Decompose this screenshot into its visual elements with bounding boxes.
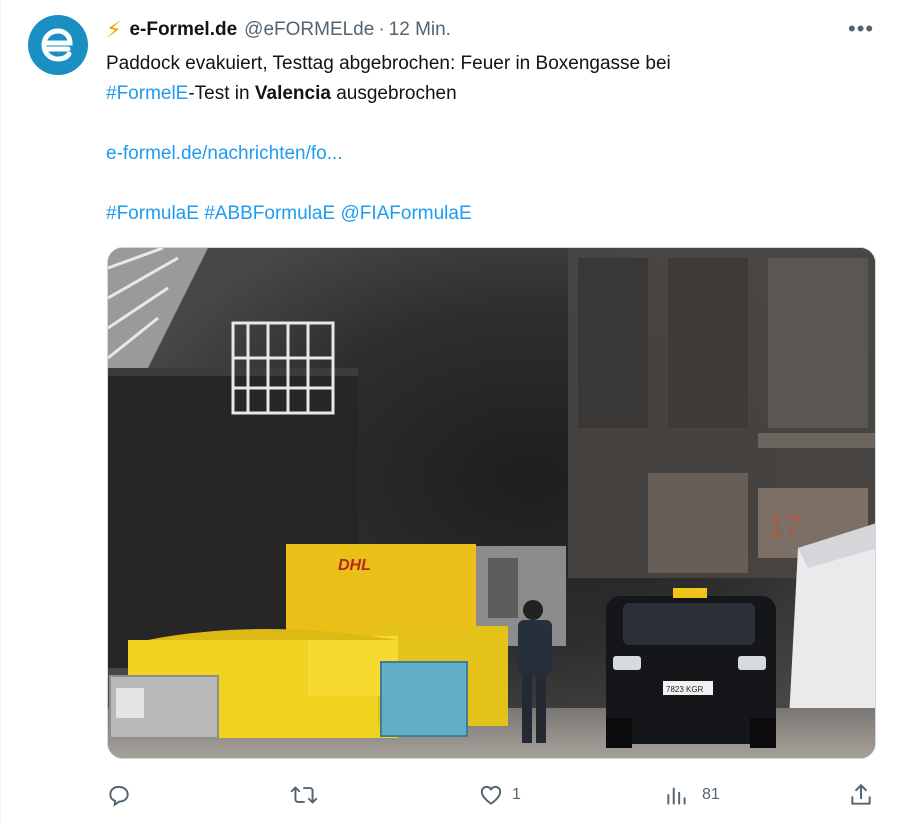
- tweet-text-line-1: Paddock evakuiert, Testtag abgebrochen: …: [106, 53, 671, 74]
- user-handle[interactable]: @eFORMELde: [244, 19, 374, 41]
- text-fragment: -Test in: [188, 83, 255, 104]
- garage-number: 17: [768, 510, 801, 543]
- more-icon[interactable]: •••: [848, 16, 874, 42]
- tweet-text-line-2: #FormelE-Test in Valencia ausgebrochen: [106, 79, 846, 109]
- share-icon: [851, 784, 871, 805]
- hashtag-formulae[interactable]: #FormulaE: [106, 203, 199, 224]
- mention-fiaformulae[interactable]: @FIAFormulaE: [340, 203, 471, 224]
- bold-valencia: Valencia: [254, 83, 331, 104]
- reply-icon: [109, 785, 129, 807]
- hashtag-abbformulae[interactable]: #ABBFormulaE: [204, 203, 335, 224]
- retweet-icon: [290, 786, 318, 804]
- article-link[interactable]: e-formel.de/nachrichten/fo...: [106, 143, 343, 164]
- hashtag-formele[interactable]: #FormelE: [106, 83, 188, 104]
- views-button[interactable]: 81: [664, 780, 720, 810]
- dhl-logo: DHL: [338, 557, 371, 574]
- display-name[interactable]: e-Formel.de: [129, 19, 237, 41]
- hashtag-line: #FormulaE #ABBFormulaE @FIAFormulaE: [106, 199, 846, 229]
- tweet-actions: 1 81: [106, 780, 876, 810]
- views-count: 81: [702, 786, 720, 803]
- photo-scene: DHL 7823 KGR 17: [108, 248, 875, 758]
- timeline-border: [0, 0, 1, 824]
- lightning-icon: ⚡: [106, 17, 122, 42]
- share-button[interactable]: [848, 780, 874, 810]
- avatar[interactable]: [28, 15, 88, 75]
- like-button[interactable]: 1: [478, 780, 521, 810]
- license-plate: 7823 KGR: [666, 685, 704, 694]
- tweet-text: Paddock evakuiert, Testtag abgebrochen: …: [106, 49, 846, 229]
- text-fragment: ausgebrochen: [330, 83, 457, 104]
- tweet-header: ⚡ e-Formel.de @eFORMELde · 12 Min.: [106, 14, 451, 46]
- like-icon: [480, 785, 502, 805]
- timestamp[interactable]: 12 Min.: [389, 19, 451, 41]
- separator: ·: [378, 19, 385, 40]
- reply-button[interactable]: [106, 780, 132, 810]
- tweet-media-photo[interactable]: DHL 7823 KGR 17: [107, 247, 876, 759]
- retweet-button[interactable]: [289, 780, 319, 810]
- avatar-e-logo-icon: [41, 28, 73, 62]
- views-icon: [667, 787, 686, 805]
- like-count: 1: [512, 786, 521, 803]
